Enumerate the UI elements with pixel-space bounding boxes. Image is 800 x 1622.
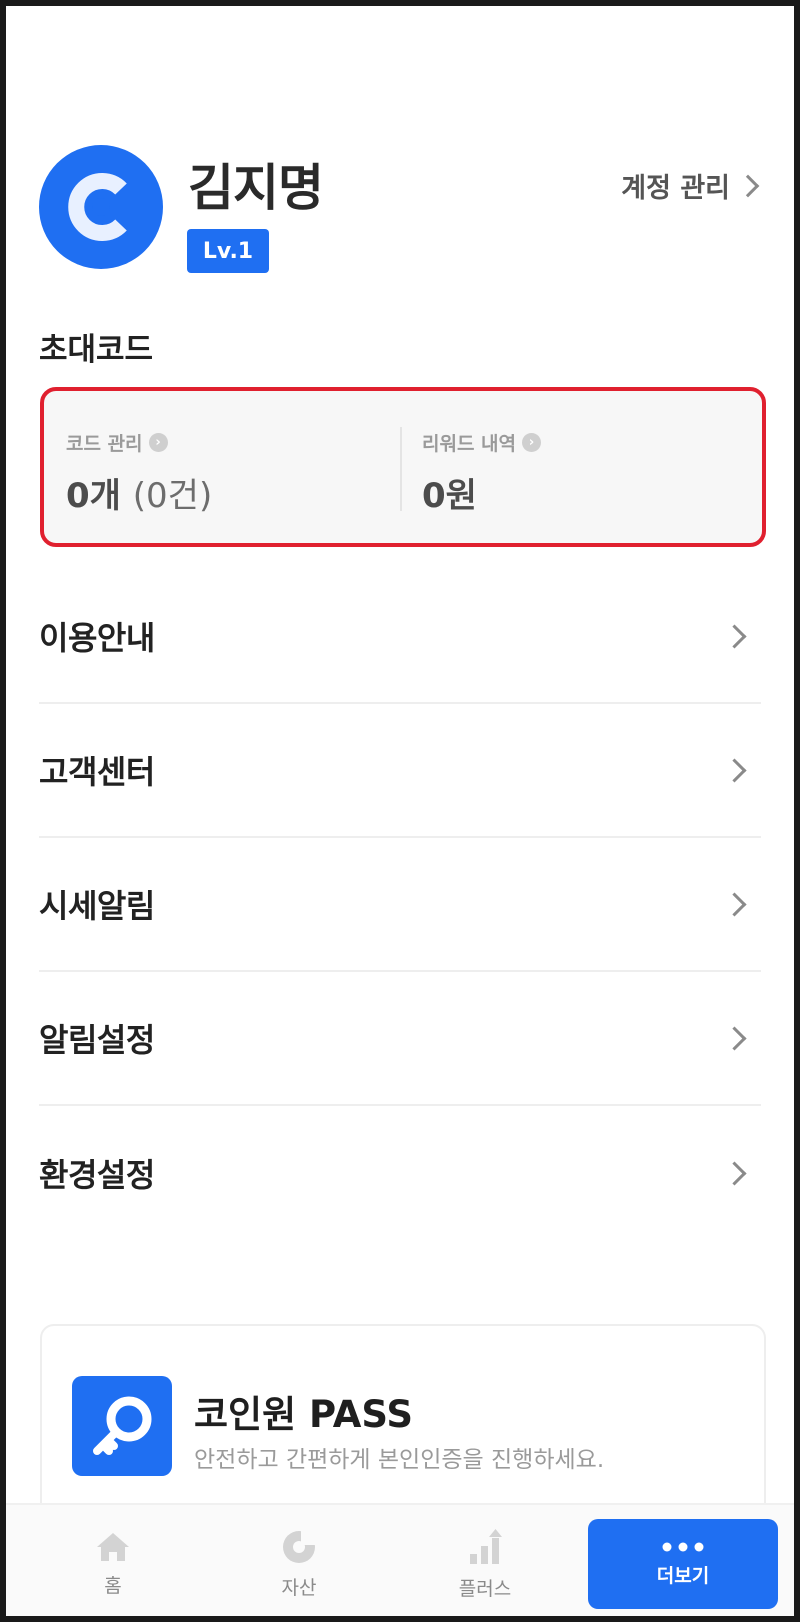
menu-item-preferences[interactable]: 환경설정	[39, 1106, 761, 1240]
code-usage-count: (0건)	[132, 476, 213, 516]
level-badge: Lv.1	[187, 229, 269, 273]
pass-title: 코인원 PASS	[194, 1393, 413, 1436]
chevron-circle-icon: ›	[522, 433, 542, 452]
home-icon	[97, 1532, 129, 1561]
menu-item-label: 시세알림	[39, 887, 155, 925]
menu-item-guide[interactable]: 이용안내	[39, 570, 761, 704]
nav-label: 홈	[104, 1574, 122, 1597]
code-manage-label: 코드 관리	[66, 433, 143, 455]
reward-amount: 0원	[422, 476, 477, 516]
bar-chart-up-icon	[470, 1528, 502, 1564]
nav-label: 자산	[281, 1576, 317, 1599]
more-dots-icon	[662, 1542, 704, 1551]
avatar	[39, 145, 163, 269]
menu-item-label: 알림설정	[39, 1021, 155, 1059]
more-screen: 김지명 Lv.1 계정 관리 초대코드 코드 관리 › 0개 (0건) 리워드 …	[6, 6, 794, 1616]
divider	[400, 427, 402, 511]
code-manage-link[interactable]: 코드 관리 ›	[66, 429, 212, 456]
account-manage-link[interactable]: 계정 관리	[621, 166, 760, 205]
chevron-right-icon	[736, 174, 760, 197]
chevron-right-icon	[722, 891, 747, 917]
menu-item-customer-center[interactable]: 고객센터	[39, 704, 761, 838]
coinone-logo-icon	[68, 173, 127, 241]
invite-summary-box: 코드 관리 › 0개 (0건) 리워드 내역 › 0원	[40, 387, 766, 547]
chevron-circle-icon: ›	[148, 433, 168, 452]
bottom-nav: 홈 자산 플러스 더보기	[6, 1503, 794, 1616]
nav-item-more[interactable]: 더보기	[588, 1519, 778, 1609]
chevron-right-icon	[722, 623, 747, 649]
reward-history-block[interactable]: 리워드 내역 › 0원	[422, 429, 542, 517]
nav-item-home[interactable]: 홈	[18, 1519, 208, 1609]
code-count-value: 0개 (0건)	[66, 468, 212, 517]
chevron-right-icon	[722, 757, 747, 783]
code-count: 0개	[66, 476, 121, 516]
pass-description: 안전하고 간편하게 본인인증을 진행하세요.	[194, 1447, 605, 1473]
reward-history-link[interactable]: 리워드 내역 ›	[422, 429, 542, 456]
nav-label: 플러스	[458, 1577, 512, 1600]
chevron-right-icon	[722, 1025, 747, 1051]
menu-item-label: 환경설정	[39, 1156, 155, 1194]
account-manage-label: 계정 관리	[621, 173, 730, 204]
menu-item-label: 이용안내	[39, 619, 155, 657]
menu-item-price-alert[interactable]: 시세알림	[39, 838, 761, 972]
pie-chart-icon	[283, 1528, 317, 1563]
nav-item-plus[interactable]: 플러스	[390, 1519, 580, 1609]
key-icon	[72, 1376, 172, 1476]
user-name: 김지명	[188, 159, 324, 217]
chevron-right-icon	[722, 1160, 747, 1186]
menu-item-label: 고객센터	[39, 753, 155, 791]
reward-history-label: 리워드 내역	[422, 433, 517, 455]
invite-section-title: 초대코드	[39, 332, 154, 368]
code-manage-block[interactable]: 코드 관리 › 0개 (0건)	[66, 429, 212, 517]
nav-item-assets[interactable]: 자산	[204, 1519, 394, 1609]
menu-item-notification-settings[interactable]: 알림설정	[39, 972, 761, 1106]
nav-label: 더보기	[656, 1564, 710, 1587]
